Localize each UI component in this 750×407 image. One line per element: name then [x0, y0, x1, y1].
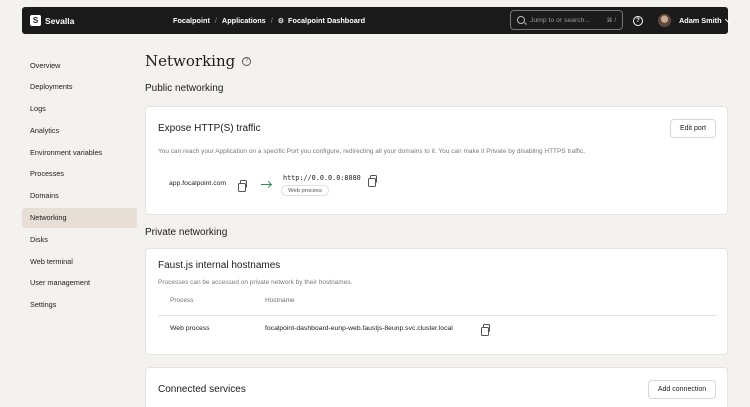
breadcrumb-applications[interactable]: Applications — [222, 16, 266, 25]
chevron-down-icon[interactable] — [724, 15, 733, 24]
process-cell: Web process — [170, 325, 210, 332]
copy-icon[interactable] — [238, 180, 247, 192]
edit-port-button[interactable]: Edit port — [670, 119, 716, 138]
avatar[interactable] — [658, 14, 671, 27]
page-title: Networking — [145, 52, 236, 70]
breadcrumb-company[interactable]: Focalpoint — [173, 16, 210, 25]
sidebar-item-overview[interactable]: Overview — [22, 55, 137, 75]
page-header: Networking ? — [145, 52, 252, 70]
public-networking-heading: Public networking — [145, 83, 224, 94]
sidebar-item-processes[interactable]: Processes — [22, 164, 137, 184]
copy-icon[interactable] — [481, 324, 490, 336]
sidebar: Overview Deployments Logs Analytics Envi… — [22, 55, 137, 317]
breadcrumb-application[interactable]: Focalpoint Dashboard — [288, 16, 365, 25]
app-name: Sevalla — [45, 15, 75, 26]
application-icon: ⚙ — [277, 17, 285, 25]
copy-icon[interactable] — [368, 175, 377, 187]
process-badge: Web process — [281, 185, 329, 196]
sidebar-item-environment-variables[interactable]: Environment variables — [22, 142, 137, 162]
target-url: http://0.0.0.0:8080 — [283, 174, 361, 182]
column-header-process: Process — [170, 297, 194, 304]
add-connection-button[interactable]: Add connection — [648, 380, 716, 399]
arrow-right-icon — [261, 184, 271, 186]
hostname-cell: focalpoint-dashboard-eunp-web.faustjs-8e… — [265, 325, 453, 332]
help-icon[interactable]: ? — [633, 16, 643, 26]
search-icon — [517, 16, 525, 24]
logo-icon: S — [30, 15, 41, 26]
connected-services-card: Connected services Add connection — [145, 367, 728, 407]
help-icon[interactable]: ? — [242, 56, 252, 66]
expose-http-card: Expose HTTP(S) traffic Edit port You can… — [145, 106, 728, 215]
table-divider — [158, 315, 717, 316]
search-shortcut: ⌘ / — [606, 17, 616, 24]
sidebar-item-domains[interactable]: Domains — [22, 186, 137, 206]
search-input[interactable]: Jump to or search... ⌘ / — [510, 10, 623, 30]
sidebar-item-deployments[interactable]: Deployments — [22, 77, 137, 97]
breadcrumb-separator: / — [270, 16, 273, 25]
sidebar-item-disks[interactable]: Disks — [22, 229, 137, 249]
card-description: You can reach your Application on a spec… — [158, 148, 586, 155]
card-title: Connected services — [158, 384, 246, 395]
sidebar-item-networking[interactable]: Networking — [22, 207, 137, 228]
domain-name: app.focalpoint.com — [169, 180, 227, 187]
sevalla-logo[interactable]: S Sevalla — [30, 15, 74, 26]
column-header-hostname: Hostname — [265, 297, 295, 304]
breadcrumb: Focalpoint / Applications / ⚙ Focalpoint… — [173, 7, 365, 34]
sidebar-item-logs[interactable]: Logs — [22, 99, 137, 119]
sidebar-item-settings[interactable]: Settings — [22, 295, 137, 315]
search-placeholder: Jump to or search... — [530, 16, 591, 24]
sidebar-item-web-terminal[interactable]: Web terminal — [22, 251, 137, 271]
sidebar-item-user-management[interactable]: User management — [22, 273, 137, 293]
user-name[interactable]: Adam Smith — [679, 7, 722, 34]
sidebar-item-analytics[interactable]: Analytics — [22, 120, 137, 140]
top-navigation-bar: S Sevalla Focalpoint / Applications / ⚙ … — [22, 7, 733, 34]
card-title: Expose HTTP(S) traffic — [158, 123, 261, 134]
breadcrumb-separator: / — [214, 16, 217, 25]
card-description: Processes can be accessed on private net… — [158, 279, 353, 286]
private-networking-heading: Private networking — [145, 227, 228, 238]
card-title: Faust.js internal hostnames — [158, 260, 281, 271]
internal-hostnames-card: Faust.js internal hostnames Processes ca… — [145, 248, 728, 355]
